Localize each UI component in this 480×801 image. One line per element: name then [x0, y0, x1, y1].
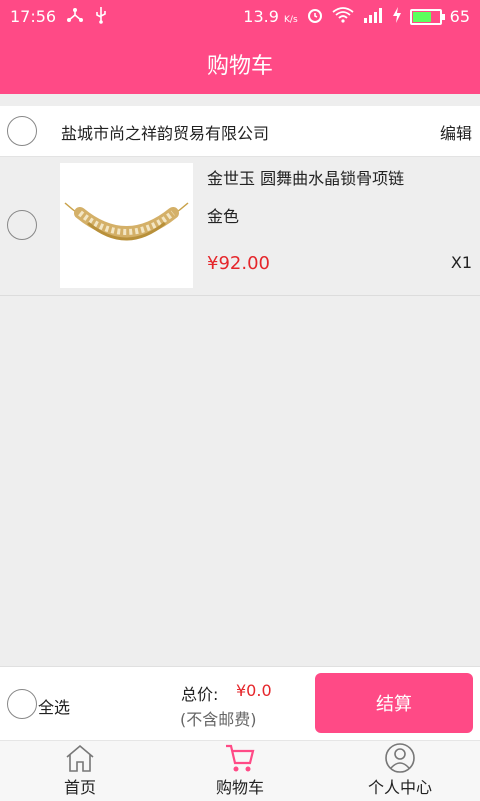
- shop-row: 盐城市尚之祥韵贸易有限公司 编辑: [0, 106, 480, 157]
- shipping-note: (不含邮费): [180, 710, 257, 729]
- wifi-icon: [332, 7, 354, 26]
- tab-home-label: 首页: [63, 778, 96, 797]
- tab-profile[interactable]: 个人中心: [320, 741, 480, 801]
- status-time: 17:56: [10, 7, 57, 26]
- battery-icon: [409, 8, 445, 25]
- network-speed: 13.9 K/s: [243, 7, 298, 26]
- battery-level: 65: [449, 7, 470, 26]
- user-icon: [384, 743, 416, 773]
- checkout-bar: 全选 总价: ¥0.0 (不含邮费) 结算: [0, 666, 480, 741]
- shop-select-radio[interactable]: [7, 116, 37, 146]
- shop-name: 盐城市尚之祥韵贸易有限公司: [61, 124, 270, 143]
- status-bar-right: 13.9 K/s 65: [243, 6, 470, 27]
- total-label: 总价:: [181, 685, 219, 704]
- header: 购物车: [0, 32, 480, 94]
- tab-cart[interactable]: 购物车: [160, 741, 320, 801]
- item-quantity: X1: [450, 253, 472, 272]
- tab-cart-label: 购物车: [215, 778, 264, 797]
- product-image[interactable]: [60, 163, 193, 288]
- item-variant: 金色: [207, 207, 240, 226]
- status-bar: 17:56 13.9 K/s 65: [0, 0, 480, 32]
- item-price: ¥92.00: [207, 253, 270, 274]
- cart-item[interactable]: 金世玉 圆舞曲水晶锁骨项链 金色 ¥92.00 X1: [0, 157, 480, 296]
- total-value: ¥0.0: [236, 681, 272, 700]
- tab-profile-label: 个人中心: [367, 778, 432, 797]
- tab-home[interactable]: 首页: [0, 741, 160, 801]
- alarm-icon: [306, 6, 324, 27]
- necklace-image: [64, 202, 189, 241]
- tab-bar: 首页 购物车 个人中心: [0, 740, 480, 801]
- select-all-label[interactable]: 全选: [38, 694, 70, 718]
- select-all-radio[interactable]: [7, 689, 37, 719]
- edit-button[interactable]: 编辑: [440, 120, 472, 144]
- charging-icon: [392, 7, 402, 26]
- signal-icon: [362, 7, 384, 26]
- battery-fill: [412, 11, 431, 22]
- share-icon: [66, 7, 84, 26]
- usb-icon: [94, 6, 108, 27]
- home-icon: [64, 743, 96, 773]
- item-select-radio[interactable]: [7, 210, 37, 240]
- page-title: 购物车: [206, 54, 273, 79]
- item-title[interactable]: 金世玉 圆舞曲水晶锁骨项链: [207, 165, 404, 189]
- status-bar-left: 17:56: [10, 6, 108, 27]
- checkout-button[interactable]: 结算: [315, 673, 473, 733]
- cart-icon: [224, 743, 256, 773]
